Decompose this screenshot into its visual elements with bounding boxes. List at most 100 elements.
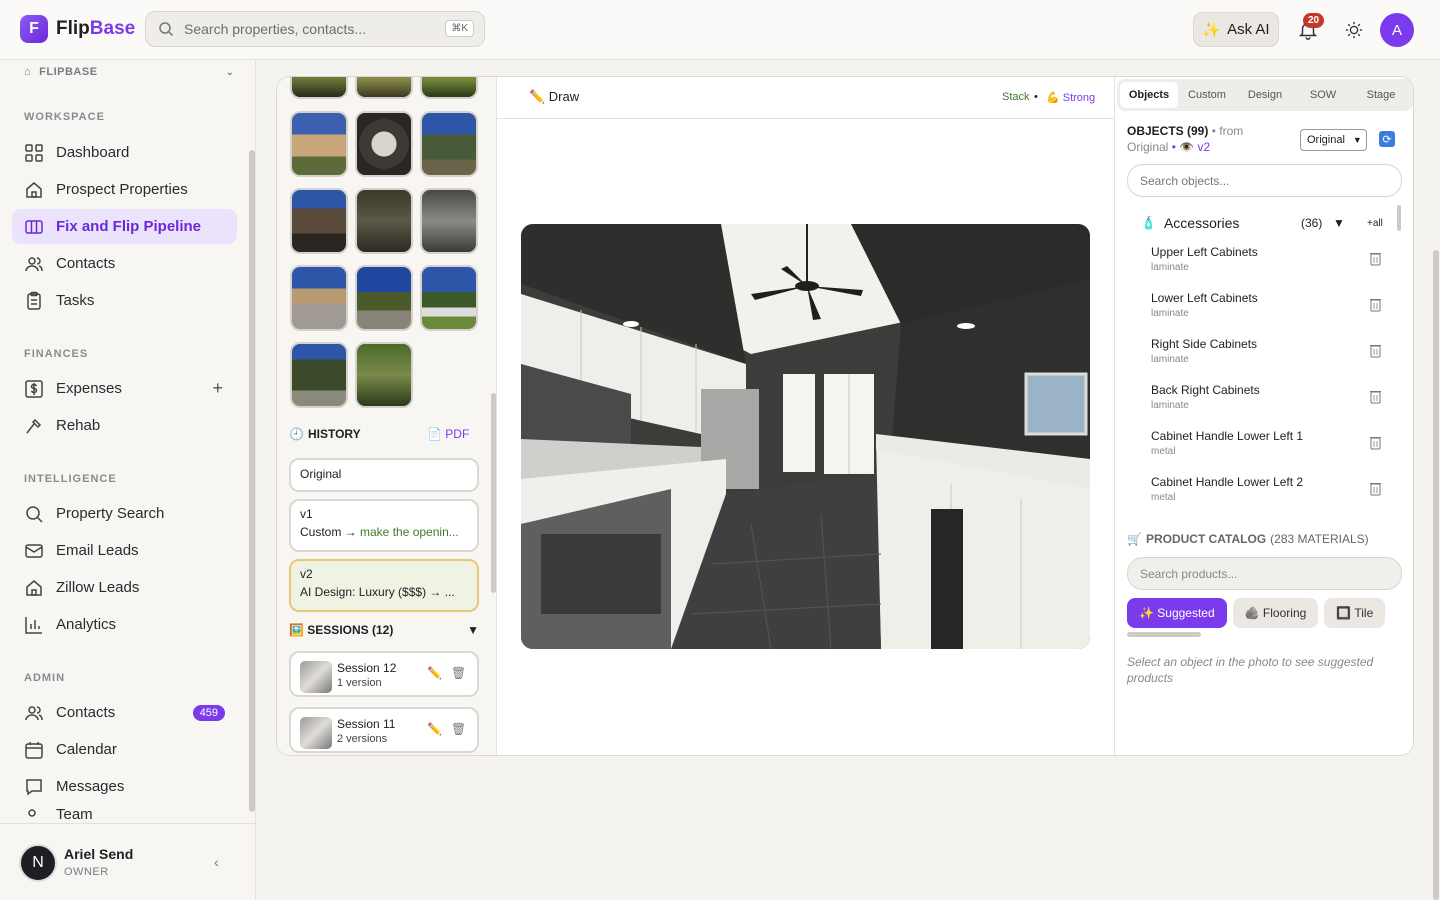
- category-accessories[interactable]: 🧴 Accessories (36) ▼ +all: [1127, 211, 1402, 235]
- page-scrollbar[interactable]: [1433, 250, 1439, 900]
- sidebar-item-rehab[interactable]: Rehab: [12, 408, 237, 443]
- tab-custom[interactable]: Custom: [1178, 82, 1236, 108]
- sidebar-label: Prospect Properties: [56, 181, 188, 198]
- tab-objects[interactable]: Objects: [1120, 82, 1178, 108]
- sidebar-label: Rehab: [56, 417, 101, 434]
- strength-toggle[interactable]: 💪 Strong: [1046, 91, 1095, 104]
- sidebar-label: Property Search: [56, 505, 165, 522]
- workspace-selector[interactable]: ⌂ FLIPBASE ⌄: [24, 66, 234, 78]
- sidebar-item-expenses[interactable]: Expenses +: [12, 371, 237, 406]
- sidebar-item-analytics[interactable]: Analytics: [12, 607, 237, 642]
- shortcut-badge: ⌘K: [445, 20, 474, 37]
- sidebar-item-zillow-leads[interactable]: Zillow Leads: [12, 570, 237, 605]
- source-select[interactable]: Original ▼: [1300, 129, 1367, 151]
- tab-sow[interactable]: SOW: [1294, 82, 1352, 108]
- photo-thumbnail[interactable]: [290, 188, 348, 254]
- hammer-icon: [26, 418, 42, 433]
- session-item[interactable]: Session 11 2 versions ✏️ 🗑: [289, 707, 479, 753]
- trash-icon[interactable]: [1369, 343, 1382, 358]
- sidebar-scrollbar[interactable]: [249, 150, 255, 812]
- stack-mode-toggle[interactable]: Stack: [1002, 91, 1030, 103]
- photo-thumbnail[interactable]: [355, 342, 413, 408]
- photo-thumbnail[interactable]: [355, 77, 413, 99]
- objects-panel: Objects Custom Design SOW Stage OBJECTS …: [1114, 77, 1413, 755]
- photo-thumbnail[interactable]: [420, 265, 478, 331]
- trash-icon[interactable]: [1369, 251, 1382, 266]
- trash-icon[interactable]: [1369, 297, 1382, 312]
- object-name: Cabinet Handle Lower Left 1: [1151, 429, 1304, 443]
- sidebar-item-calendar[interactable]: Calendar: [12, 732, 237, 767]
- photo-thumbnail[interactable]: [420, 188, 478, 254]
- sessions-header[interactable]: 🖼️ SESSIONS (12) ▼: [289, 623, 479, 637]
- catalog-title: PRODUCT CATALOG: [1145, 532, 1267, 546]
- export-pdf-button[interactable]: 📄 PDF: [427, 427, 469, 441]
- object-item[interactable]: Right Side Cabinets laminate: [1151, 337, 1391, 377]
- version-v2[interactable]: v2 AI Design: Luxury ($$$) → ...: [289, 559, 479, 612]
- expand-triangle-icon[interactable]: ▼: [1333, 216, 1345, 230]
- sidebar-item-email-leads[interactable]: Email Leads: [12, 533, 237, 568]
- object-item[interactable]: Back Right Cabinets laminate: [1151, 383, 1391, 423]
- sidebar-item-contacts[interactable]: Contacts: [12, 246, 237, 281]
- objects-search-input[interactable]: Search objects...: [1127, 164, 1402, 197]
- object-item[interactable]: Cabinet Handle Lower Left 2 metal: [1151, 475, 1391, 515]
- object-item[interactable]: Lower Left Cabinets laminate: [1151, 291, 1391, 331]
- photo-thumbnail[interactable]: [290, 342, 348, 408]
- version-v1[interactable]: v1 Custom → make the openin...: [289, 499, 479, 552]
- tab-stage[interactable]: Stage: [1352, 82, 1410, 108]
- trash-icon[interactable]: 🗑: [451, 666, 466, 680]
- object-item[interactable]: Cabinet Handle Lower Left 1 metal: [1151, 429, 1391, 469]
- version-original[interactable]: Original: [289, 458, 479, 492]
- tab-design[interactable]: Design: [1236, 82, 1294, 108]
- photo-thumbnail[interactable]: [290, 77, 348, 99]
- kitchen-photo[interactable]: [521, 224, 1090, 649]
- trash-icon[interactable]: [1369, 389, 1382, 404]
- sidebar-item-team[interactable]: Team: [12, 806, 237, 823]
- object-item[interactable]: Upper Left Cabinets laminate: [1151, 245, 1391, 285]
- app-logo[interactable]: F FlipBase: [20, 15, 135, 43]
- sidebar-item-tasks[interactable]: Tasks: [12, 283, 237, 318]
- source-label: Original: [1127, 140, 1169, 154]
- filters-scrollbar[interactable]: [1127, 632, 1201, 637]
- sidebar-item-dashboard[interactable]: Dashboard: [12, 135, 237, 170]
- objects-header: OBJECTS (99) • from Original • 👁️ v2: [1127, 123, 1307, 155]
- objects-title: OBJECTS (99): [1127, 124, 1209, 138]
- edit-pencil-icon[interactable]: ✏️: [427, 722, 442, 736]
- photo-thumbnail[interactable]: [290, 265, 348, 331]
- filter-flooring[interactable]: 🪨 Flooring: [1232, 598, 1319, 628]
- draw-button[interactable]: ✏️ Draw: [529, 89, 579, 105]
- global-search[interactable]: Search properties, contacts... ⌘K: [145, 11, 485, 47]
- trash-icon[interactable]: [1369, 481, 1382, 496]
- photo-thumbnail[interactable]: [420, 77, 478, 99]
- photo-thumbnail[interactable]: [290, 111, 348, 177]
- sidebar-label: Expenses: [56, 380, 122, 397]
- photo-thumbnail[interactable]: [355, 188, 413, 254]
- ask-ai-button[interactable]: ✨ Ask AI: [1193, 12, 1279, 47]
- theme-toggle-icon[interactable]: [1345, 21, 1363, 39]
- sidebar-item-property-search[interactable]: Property Search: [12, 496, 237, 531]
- select-all-button[interactable]: +all: [1367, 218, 1383, 229]
- pdf-label: PDF: [445, 427, 470, 441]
- photo-thumbnail[interactable]: [420, 111, 478, 177]
- sidebar-item-admin-contacts[interactable]: Contacts 459: [12, 695, 237, 730]
- edit-pencil-icon[interactable]: ✏️: [427, 666, 442, 680]
- history-scrollbar[interactable]: [491, 393, 496, 593]
- objects-scrollbar[interactable]: [1397, 205, 1401, 231]
- filter-suggested[interactable]: ✨ Suggested: [1127, 598, 1227, 628]
- add-expense-icon[interactable]: +: [212, 378, 223, 399]
- filter-tile[interactable]: 🔲 Tile: [1324, 598, 1386, 628]
- collapse-sidebar-icon[interactable]: ‹: [214, 854, 219, 870]
- refresh-icon[interactable]: ⟳: [1379, 131, 1395, 147]
- photo-thumbnail[interactable]: [355, 265, 413, 331]
- session-item[interactable]: Session 12 1 version ✏️ 🗑: [289, 651, 479, 697]
- products-search-input[interactable]: Search products...: [1127, 557, 1402, 590]
- sidebar-item-prospect-properties[interactable]: Prospect Properties: [12, 172, 237, 207]
- trash-icon[interactable]: 🗑: [451, 722, 466, 736]
- collapse-triangle-icon[interactable]: ▼: [467, 623, 479, 637]
- sidebar-item-messages[interactable]: Messages: [12, 769, 237, 804]
- user-avatar[interactable]: A: [1380, 13, 1414, 47]
- photo-history-pane: 🕘 HISTORY 📄 PDF Original v1 Custom → mak…: [277, 77, 497, 755]
- photo-thumbnail[interactable]: [355, 111, 413, 177]
- sidebar-item-fix-and-flip-pipeline[interactable]: Fix and Flip Pipeline: [12, 209, 237, 244]
- trash-icon[interactable]: [1369, 435, 1382, 450]
- user-avatar-initial[interactable]: N: [19, 844, 57, 882]
